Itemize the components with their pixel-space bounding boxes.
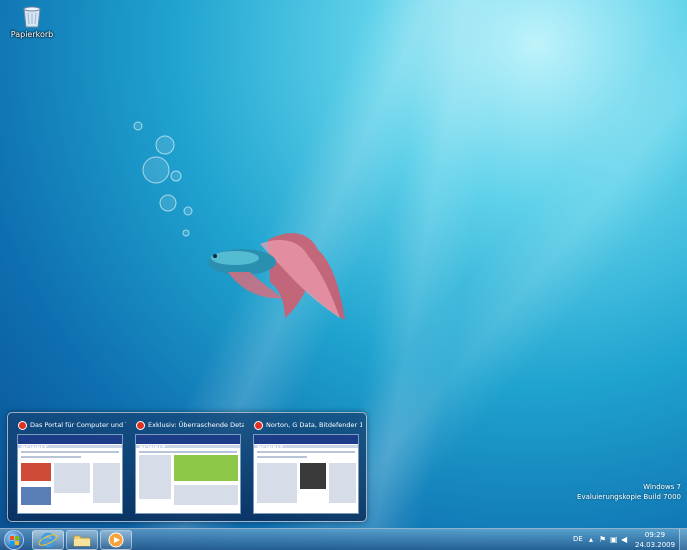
taskbar-button-internet-explorer[interactable] — [32, 530, 64, 550]
thumbnail-window-2[interactable]: Exklusiv: Überraschende Details ... PCWE… — [132, 418, 244, 518]
internet-explorer-icon — [38, 532, 58, 548]
volume-icon[interactable]: ◀ — [621, 535, 627, 544]
thumbnail-title: Exklusiv: Überraschende Details ... — [148, 421, 244, 429]
clock-time: 09:29 — [644, 531, 666, 539]
bubble — [182, 229, 190, 237]
thumbnail-page-preview: PCWELT — [253, 434, 359, 514]
site-favicon-icon — [254, 420, 263, 430]
thumbnail-title: Das Portal für Computer und Te... — [30, 421, 126, 429]
taskbar-button-media-player[interactable] — [100, 530, 132, 550]
thumbnail-window-3[interactable]: Norton, G Data, Bitdefender 10 ... PCWEL… — [250, 418, 362, 518]
chevron-up-icon[interactable]: ▴ — [589, 535, 593, 544]
flag-icon[interactable]: ⚑ — [599, 535, 606, 544]
bubble — [142, 156, 170, 184]
bubble — [155, 135, 175, 155]
evaluation-watermark: Windows 7 Evaluierungskopie Build 7000 — [577, 482, 681, 502]
site-logo: PCWELT — [257, 445, 284, 452]
watermark-line-2: Evaluierungskopie Build 7000 — [577, 493, 681, 501]
recycle-bin-icon — [23, 6, 41, 28]
show-desktop-button[interactable] — [679, 529, 687, 550]
folder-icon — [73, 535, 91, 547]
media-player-icon — [108, 532, 124, 548]
bubble — [133, 121, 143, 131]
bubble — [159, 194, 177, 212]
system-clock[interactable]: 09:29 24.03.2009 — [635, 530, 675, 550]
site-logo: PCWELT — [21, 445, 48, 452]
taskbar: DE ▴ ⚑ ▣ ◀ 09:29 24.03.2009 — [0, 528, 687, 550]
watermark-line-1: Windows 7 — [643, 483, 681, 491]
thumbnail-title: Norton, G Data, Bitdefender 10 ... — [266, 421, 362, 429]
bubble — [170, 170, 182, 182]
taskbar-button-explorer[interactable] — [66, 530, 98, 550]
thumbnail-window-1[interactable]: Das Portal für Computer und Te... PCWELT — [14, 418, 126, 518]
betta-fish — [208, 233, 345, 320]
thumbnail-page-preview: PCWELT — [17, 434, 123, 514]
taskbar-thumbnail-preview: Das Portal für Computer und Te... PCWELT… — [7, 412, 367, 522]
site-favicon-icon — [18, 420, 27, 430]
site-favicon-icon — [136, 420, 145, 430]
bubble — [183, 206, 193, 216]
desktop-icon-recycle-bin[interactable]: Papierkorb — [8, 4, 56, 39]
clock-date: 24.03.2009 — [635, 541, 676, 549]
site-logo: PCWELT — [139, 445, 166, 452]
language-indicator[interactable]: DE — [573, 535, 583, 543]
start-button[interactable] — [4, 530, 24, 550]
notification-area: DE ▴ ⚑ ▣ ◀ 09:29 24.03.2009 — [567, 529, 687, 550]
desktop-icon-label: Papierkorb — [10, 30, 54, 39]
network-icon[interactable]: ▣ — [610, 535, 618, 544]
thumbnail-page-preview: PCWELT — [135, 434, 241, 514]
